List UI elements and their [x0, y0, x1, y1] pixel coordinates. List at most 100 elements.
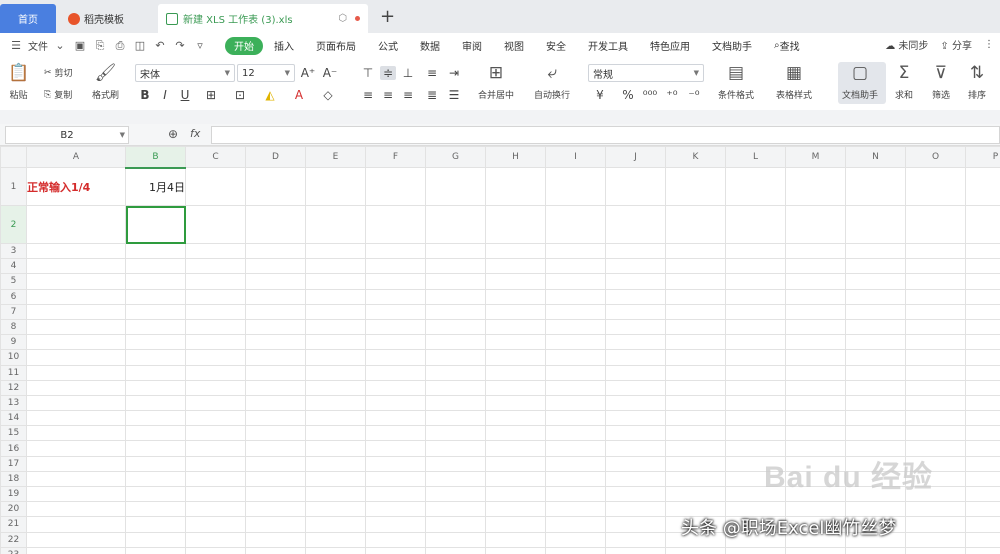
cell-p23[interactable] [965, 546, 1000, 554]
cell-f16[interactable] [365, 440, 426, 457]
cell-d20[interactable] [245, 501, 306, 518]
cell-c6[interactable] [185, 288, 246, 305]
cell-o20[interactable] [905, 501, 966, 518]
cell-h9[interactable] [485, 334, 546, 351]
cell-n12[interactable] [845, 379, 906, 396]
cell-n6[interactable] [845, 288, 906, 305]
cell-p13[interactable] [965, 394, 1000, 412]
cell-o10[interactable] [905, 349, 966, 366]
row-header-23[interactable]: 23 [0, 546, 27, 554]
cell-b20[interactable] [125, 501, 186, 518]
cell-a12[interactable] [26, 379, 126, 396]
row-header-17[interactable]: 17 [0, 455, 27, 472]
cell-b18[interactable] [125, 470, 186, 488]
cell-c15[interactable] [185, 425, 246, 442]
cell-b10[interactable] [125, 349, 186, 366]
cell-b9[interactable] [125, 334, 186, 351]
column-header-l[interactable]: L [725, 146, 786, 168]
cell-k2[interactable] [665, 205, 726, 244]
cell-e14[interactable] [305, 410, 366, 427]
column-header-k[interactable]: K [665, 146, 726, 168]
cell-f8[interactable] [365, 318, 426, 336]
cell-e9[interactable] [305, 334, 366, 351]
cell-e10[interactable] [305, 349, 366, 366]
hamburger-icon[interactable]: ☰ [8, 39, 24, 52]
cell-a23[interactable] [26, 546, 126, 554]
cell-f3[interactable] [365, 242, 426, 260]
cell-g13[interactable] [425, 394, 486, 412]
cell-b15[interactable] [125, 425, 186, 442]
cell-i5[interactable] [545, 273, 606, 290]
row-header-7[interactable]: 7 [0, 303, 27, 320]
cell-d14[interactable] [245, 410, 306, 427]
chevron-down-icon[interactable]: ⌄ [52, 39, 68, 52]
orientation-icon[interactable]: ≡ [424, 66, 440, 80]
menu-tab-page-layout[interactable]: 页面布局 [305, 37, 367, 55]
cell-l8[interactable] [725, 318, 786, 336]
column-header-p[interactable]: P [965, 146, 1000, 168]
cell-j13[interactable] [605, 394, 666, 412]
cell-e1[interactable] [305, 167, 366, 206]
cell-k12[interactable] [665, 379, 726, 396]
cell-m8[interactable] [785, 318, 846, 336]
cell-k16[interactable] [665, 440, 726, 457]
cell-o6[interactable] [905, 288, 966, 305]
row-header-15[interactable]: 15 [0, 425, 27, 442]
cell-d12[interactable] [245, 379, 306, 396]
cell-j10[interactable] [605, 349, 666, 366]
cell-g19[interactable] [425, 485, 486, 503]
cell-j4[interactable] [605, 258, 666, 275]
cell-l9[interactable] [725, 334, 786, 351]
cell-m10[interactable] [785, 349, 846, 366]
row-header-9[interactable]: 9 [0, 334, 27, 351]
column-header-m[interactable]: M [785, 146, 846, 168]
cell-c5[interactable] [185, 273, 246, 290]
cell-f7[interactable] [365, 303, 426, 320]
cell-n13[interactable] [845, 394, 906, 412]
cell-e8[interactable] [305, 318, 366, 336]
cell-l23[interactable] [725, 546, 786, 554]
cell-j3[interactable] [605, 242, 666, 260]
cell-d3[interactable] [245, 242, 306, 260]
cell-p21[interactable] [965, 516, 1000, 533]
cell-j5[interactable] [605, 273, 666, 290]
print-icon[interactable]: ⎙ [112, 39, 128, 53]
row-header-18[interactable]: 18 [0, 470, 27, 488]
cell-j22[interactable] [605, 531, 666, 548]
cell-b12[interactable] [125, 379, 186, 396]
row-header-12[interactable]: 12 [0, 379, 27, 396]
cell-g4[interactable] [425, 258, 486, 275]
cell-n2[interactable] [845, 205, 906, 244]
cell-e11[interactable] [305, 364, 366, 381]
cell-j21[interactable] [605, 516, 666, 533]
cell-b8[interactable] [125, 318, 186, 336]
redo-icon[interactable]: ↷ [172, 39, 188, 52]
more-menu-icon[interactable]: ⋮ [984, 39, 994, 50]
cell-f19[interactable] [365, 485, 426, 503]
cell-l7[interactable] [725, 303, 786, 320]
cell-c12[interactable] [185, 379, 246, 396]
row-header-19[interactable]: 19 [0, 485, 27, 503]
cell-g2[interactable] [425, 205, 486, 244]
cell-k15[interactable] [665, 425, 726, 442]
cell-k19[interactable] [665, 485, 726, 503]
cell-n14[interactable] [845, 410, 906, 427]
cell-i23[interactable] [545, 546, 606, 554]
cell-c10[interactable] [185, 349, 246, 366]
cell-j9[interactable] [605, 334, 666, 351]
cloud-sync-button[interactable]: ☁ 未同步 [885, 37, 928, 52]
currency-icon[interactable]: ¥ [592, 88, 608, 102]
cell-i7[interactable] [545, 303, 606, 320]
cell-b7[interactable] [125, 303, 186, 320]
cell-g14[interactable] [425, 410, 486, 427]
cell-l6[interactable] [725, 288, 786, 305]
cell-o1[interactable] [905, 167, 966, 206]
cell-f23[interactable] [365, 546, 426, 554]
cell-h8[interactable] [485, 318, 546, 336]
cell-i20[interactable] [545, 501, 606, 518]
increase-decimal-icon[interactable]: ⁺⁰ [664, 88, 680, 102]
row-header-3[interactable]: 3 [0, 242, 27, 260]
cell-b11[interactable] [125, 364, 186, 381]
cell-b2[interactable] [125, 205, 186, 244]
cell-n7[interactable] [845, 303, 906, 320]
